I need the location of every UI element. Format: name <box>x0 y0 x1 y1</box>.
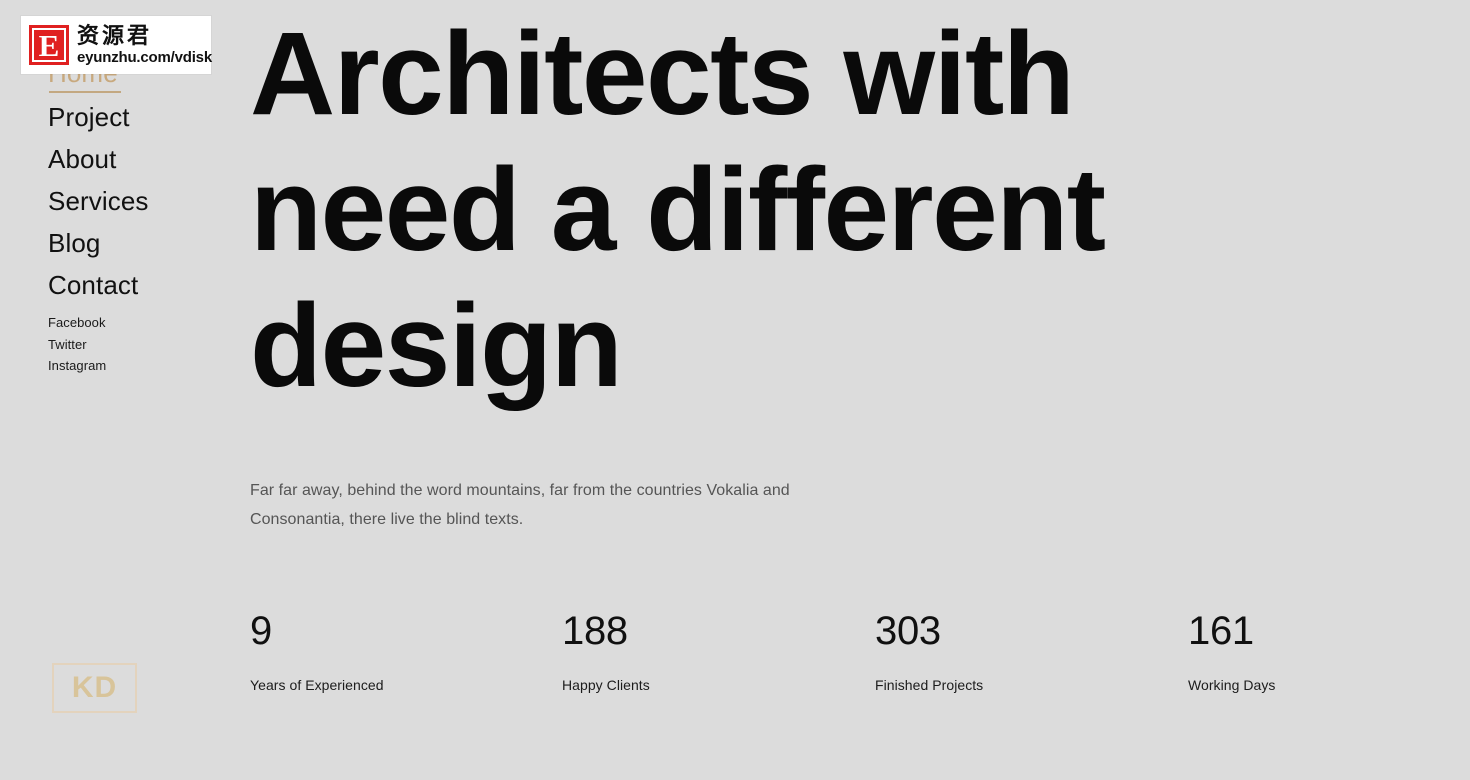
stat-value: 9 <box>250 609 272 653</box>
stat-value: 161 <box>1188 609 1254 653</box>
page-title: Architects with need a different design <box>250 6 1450 414</box>
stat-label: Working Days <box>1188 677 1276 693</box>
sidebar: Home Project About Services Blog Contact… <box>0 0 250 780</box>
stat-label: Finished Projects <box>875 677 984 693</box>
sidebar-item-contact[interactable]: Contact <box>48 264 238 306</box>
stat-label: Happy Clients <box>562 677 650 693</box>
brand-logo-text: KD <box>71 671 118 704</box>
main-content: Architects with need a different design … <box>250 0 1470 780</box>
watermark-chinese-text: 资源君 <box>77 23 153 49</box>
watermark-text: 资源君 eyunzhu.com/vdisk <box>77 23 212 66</box>
sidebar-item-project[interactable]: Project <box>48 96 238 138</box>
sidebar-item-about[interactable]: About <box>48 138 238 180</box>
sidebar-item-blog[interactable]: Blog <box>48 222 238 264</box>
social-links: Facebook Twitter Instagram <box>48 312 238 377</box>
stat-block-finished-projects: 303 Finished Projects <box>875 608 1175 694</box>
brand-logo[interactable]: KD <box>52 663 137 713</box>
watermark-logo-icon: E <box>29 25 69 65</box>
page-root: Home Project About Services Blog Contact… <box>0 0 1470 780</box>
stat-value: 303 <box>875 609 941 653</box>
stats-row: 9 Years of Experienced 188 Happy Clients… <box>250 608 1470 698</box>
sidebar-item-services[interactable]: Services <box>48 180 238 222</box>
watermark-badge-letter: E <box>38 27 60 63</box>
stat-block-years-of-experienced: 9 Years of Experienced <box>250 608 550 694</box>
stat-label: Years of Experienced <box>250 677 384 693</box>
hero-paragraph: Far far away, behind the word mountains,… <box>250 482 790 528</box>
heading-line-1: Architects with <box>250 8 1075 140</box>
heading-line-2: need a different <box>250 144 1106 276</box>
stat-block-happy-clients: 188 Happy Clients <box>562 608 862 694</box>
social-link-instagram[interactable]: Instagram <box>48 355 238 377</box>
watermark-overlay: E 资源君 eyunzhu.com/vdisk <box>21 16 212 74</box>
watermark-url-text: eyunzhu.com/vdisk <box>77 48 212 66</box>
main-navigation: Home Project About Services Blog Contact <box>48 52 238 306</box>
social-link-twitter[interactable]: Twitter <box>48 334 238 356</box>
stat-value: 188 <box>562 609 628 653</box>
stat-block-working-days: 161 Working Days <box>1188 608 1470 694</box>
social-link-facebook[interactable]: Facebook <box>48 312 238 334</box>
heading-line-3: design <box>250 280 623 412</box>
